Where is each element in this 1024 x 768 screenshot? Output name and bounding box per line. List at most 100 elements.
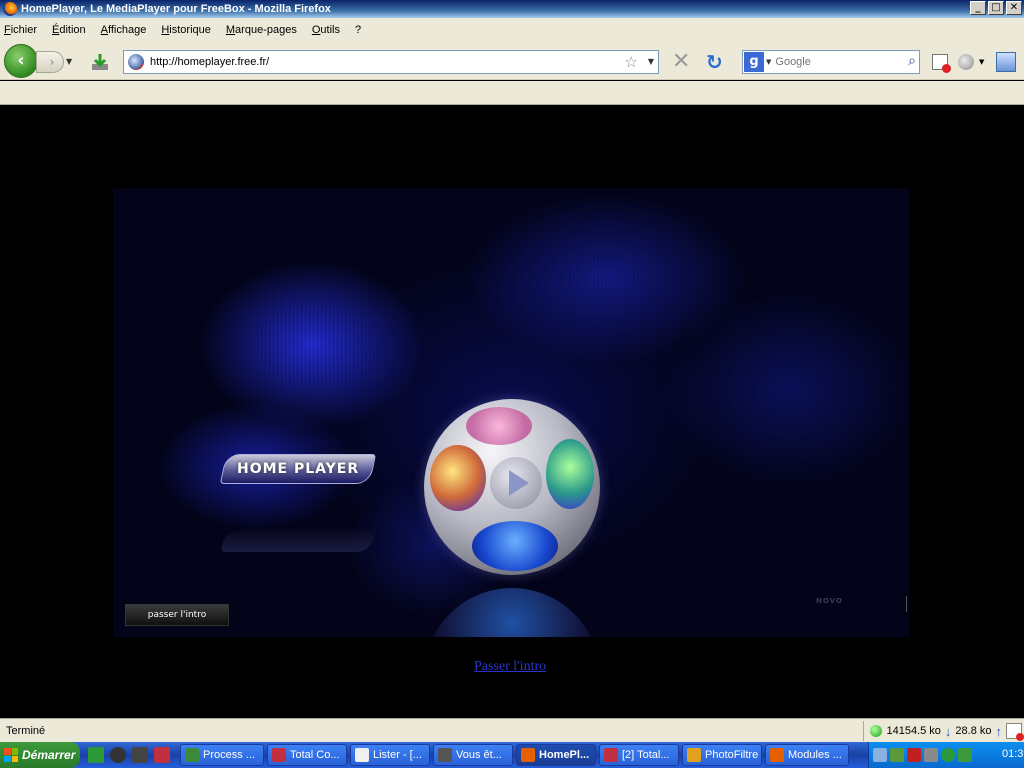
skip-intro-button[interactable]: passer l'intro xyxy=(125,604,229,626)
task-label: PhotoFiltre xyxy=(705,749,759,761)
menu-fichier[interactable]: Fichier xyxy=(4,24,37,36)
task-label: Lister - [... xyxy=(373,749,422,761)
reload-button[interactable]: ↻ xyxy=(706,50,723,74)
search-input[interactable] xyxy=(775,56,896,68)
menu-historique[interactable]: Historique xyxy=(161,24,211,36)
screenshot-icon[interactable] xyxy=(996,52,1016,72)
window-title: HomePlayer, Le MediaPlayer pour FreeBox … xyxy=(21,3,331,15)
tray-settings-icon[interactable] xyxy=(924,748,938,762)
tray-network-icon[interactable] xyxy=(873,748,887,762)
forward-button[interactable]: › xyxy=(36,51,64,73)
task-app-icon xyxy=(770,748,784,762)
quicklaunch-app-icon[interactable] xyxy=(88,747,104,763)
bookmark-star-icon[interactable]: ☆ xyxy=(625,53,638,71)
skip-intro-link[interactable]: Passer l'intro xyxy=(474,659,546,675)
popup-blocker-icon[interactable] xyxy=(932,54,951,73)
bookmarks-toolbar xyxy=(0,81,1024,105)
tray-app-icon[interactable] xyxy=(890,748,904,762)
extension-icon[interactable] xyxy=(958,54,974,70)
search-bar[interactable]: g ▼ ⌕ xyxy=(742,50,920,74)
engine-dropdown-icon[interactable]: ▼ xyxy=(766,58,771,66)
quicklaunch-save-icon[interactable] xyxy=(154,747,170,763)
start-button[interactable]: Démarrer xyxy=(0,742,80,768)
taskbar-button[interactable]: PhotoFiltre xyxy=(682,744,762,766)
google-engine-icon[interactable]: g xyxy=(744,52,764,72)
task-label: Vous êt... xyxy=(456,749,502,761)
title-bar: HomePlayer, Le MediaPlayer pour FreeBox … xyxy=(0,0,1024,18)
close-button[interactable]: ✕ xyxy=(1006,1,1022,15)
task-list: Process ... Total Co... Lister - [... Vous … xyxy=(180,744,852,766)
status-text: Terminé xyxy=(6,724,46,737)
logo-text: HOME PLAYER xyxy=(236,461,360,477)
system-tray: 01:39 xyxy=(868,742,1024,768)
orb-segment-green xyxy=(546,439,594,509)
menu-marque-pages[interactable]: Marque-pages xyxy=(226,24,297,36)
flash-intro[interactable]: HOME PLAYER NOVO passer l'intro xyxy=(113,188,909,637)
task-app-icon xyxy=(355,748,369,762)
task-app-icon xyxy=(687,748,701,762)
tray-h-icon[interactable] xyxy=(958,748,972,762)
tray-zonealarm-icon[interactable] xyxy=(907,748,921,762)
task-app-icon xyxy=(604,748,618,762)
search-icon[interactable]: ⌕ xyxy=(908,53,916,69)
navigation-toolbar: ‹ › ▼ ☆ ▼ ✕ ↻ g ▼ ⌕ ▼ xyxy=(0,42,1024,80)
taskbar-button[interactable]: Modules ... xyxy=(765,744,849,766)
task-app-icon xyxy=(272,748,286,762)
blocked-popup-icon[interactable] xyxy=(1006,723,1024,741)
menu-outils[interactable]: Outils xyxy=(312,24,340,36)
media-orb-icon[interactable] xyxy=(424,399,600,575)
clock: 01:39 xyxy=(1002,748,1024,760)
maximize-button[interactable]: □ xyxy=(988,1,1004,15)
taskbar-button[interactable]: Total Co... xyxy=(267,744,347,766)
play-icon[interactable] xyxy=(490,457,542,509)
tray-status-icon[interactable] xyxy=(941,748,955,762)
taskbar-button[interactable]: [2] Total... xyxy=(599,744,679,766)
task-app-icon xyxy=(438,748,452,762)
homeplayer-logo: HOME PLAYER xyxy=(219,454,377,484)
address-bar[interactable]: ☆ ▼ xyxy=(123,50,659,74)
task-label: Process ... xyxy=(203,749,255,761)
history-dropdown-icon[interactable]: ▼ xyxy=(66,57,72,66)
orb-segment-blue xyxy=(472,521,558,571)
window-controls: _ □ ✕ xyxy=(970,1,1022,15)
download-amount: 14154.5 ko xyxy=(886,725,941,737)
taskbar-button[interactable]: Lister - [... xyxy=(350,744,430,766)
minimize-button[interactable]: _ xyxy=(970,1,986,15)
connection-icon xyxy=(870,725,883,737)
site-identity-icon[interactable] xyxy=(128,54,144,70)
logo-reflection xyxy=(220,530,376,552)
download-arrow-icon: ↓ xyxy=(944,723,952,739)
firefox-icon xyxy=(3,2,17,16)
stop-button[interactable]: ✕ xyxy=(672,51,690,73)
back-button[interactable]: ‹ xyxy=(4,44,38,78)
url-input[interactable] xyxy=(150,56,610,68)
task-label: HomePl... xyxy=(539,749,590,761)
status-indicators: 14154.5 ko ↓ 28.8 ko ↑ xyxy=(863,721,1024,741)
quicklaunch-film-icon[interactable] xyxy=(132,747,148,763)
taskbar-button[interactable]: Vous êt... xyxy=(433,744,513,766)
upload-amount: 28.8 ko xyxy=(955,725,992,737)
task-label: [2] Total... xyxy=(622,749,670,761)
orb-segment-orange xyxy=(430,445,486,511)
page-content: HOME PLAYER NOVO passer l'intro Passer l… xyxy=(0,105,1024,718)
menu-bar: Fichier Édition Affichage Historique Mar… xyxy=(0,18,1024,42)
menu-affichage[interactable]: Affichage xyxy=(101,24,147,36)
upload-arrow-icon: ↑ xyxy=(995,723,1003,739)
credit-logo: NOVO xyxy=(816,597,843,605)
menu-edition[interactable]: Édition xyxy=(52,24,86,36)
task-label: Modules ... xyxy=(788,749,842,761)
taskbar-button[interactable]: Process ... xyxy=(180,744,264,766)
windows-logo-icon xyxy=(4,748,18,762)
start-label: Démarrer xyxy=(22,748,76,762)
task-label: Total Co... xyxy=(290,749,340,761)
menu-help[interactable]: ? xyxy=(355,24,361,36)
taskbar-button[interactable]: HomePl... xyxy=(516,744,596,766)
task-app-icon xyxy=(185,748,199,762)
download-icon[interactable] xyxy=(90,52,110,72)
quick-launch xyxy=(88,747,170,763)
orb-segment-pink xyxy=(466,407,532,445)
extension-dropdown-icon[interactable]: ▼ xyxy=(979,58,984,66)
quicklaunch-media-icon[interactable] xyxy=(110,747,126,763)
url-dropdown-icon[interactable]: ▼ xyxy=(648,57,654,66)
orb-reflection xyxy=(424,588,600,637)
